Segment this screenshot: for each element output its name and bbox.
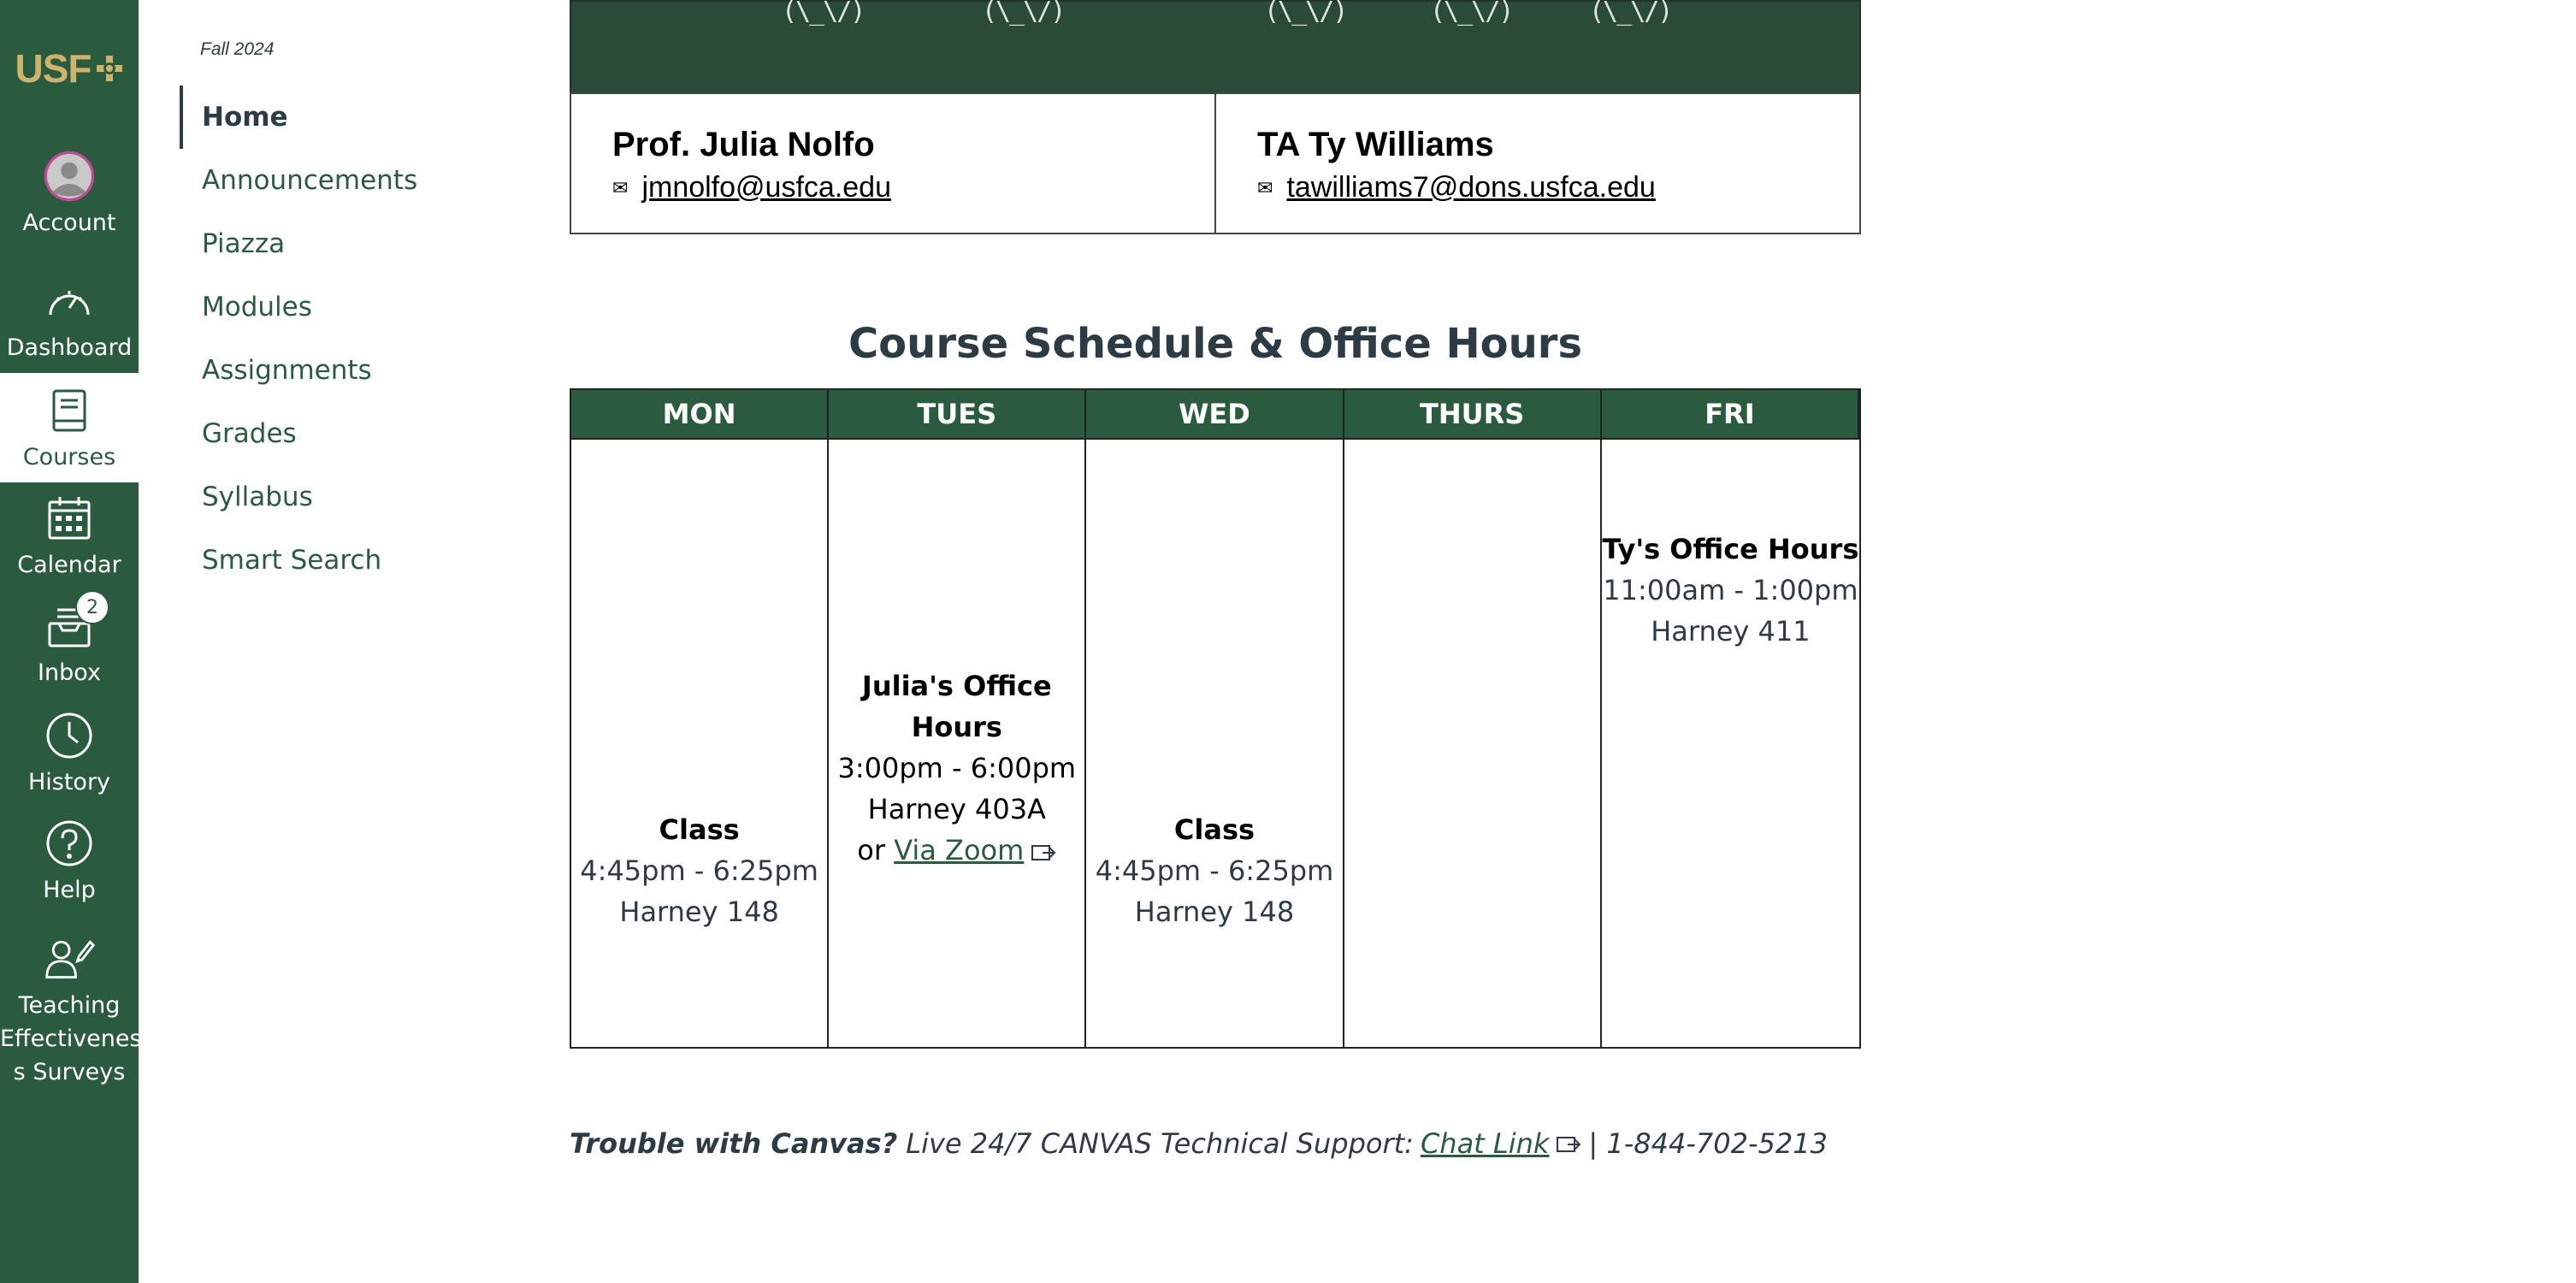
banner-art-2: (\_\/) xyxy=(982,0,1066,27)
global-nav-calendar[interactable]: Calendar xyxy=(0,493,139,582)
usf-logo-text: USF xyxy=(15,46,92,91)
schedule-header-tues: TUES xyxy=(829,390,1087,440)
schedule-title: Course Schedule & Office Hours xyxy=(848,320,1583,368)
schedule-entry-title: Ty's Office Hours xyxy=(1602,533,1859,565)
banner-art-5: (\_\/) xyxy=(1589,0,1673,27)
schedule-entry-room: Harney 403A xyxy=(867,793,1046,825)
global-nav-dashboard[interactable]: Dashboard xyxy=(0,275,139,364)
inbox-unread-badge: 2 xyxy=(75,590,109,624)
contact-email-row: ✉ tawilliams7@dons.usfca.edu xyxy=(1257,171,1859,204)
schedule-cell-wed: Class 4:45pm - 6:25pm Harney 148 xyxy=(1086,440,1344,1047)
contact-name: Prof. Julia Nolfo xyxy=(612,126,875,163)
global-nav-account-label: Account xyxy=(22,210,116,236)
course-nav-modules[interactable]: Modules xyxy=(180,275,522,339)
ta-email-link[interactable]: tawilliams7@dons.usfca.edu xyxy=(1286,171,1655,204)
courses-icon xyxy=(44,385,95,436)
global-nav-history-label: History xyxy=(27,769,111,795)
schedule-header-wed: WED xyxy=(1086,390,1344,440)
dashboard-icon xyxy=(44,275,95,327)
external-link-icon xyxy=(1557,1137,1581,1152)
schedule-table: MON TUES WED THURS FRI Class 4:45pm - 6:… xyxy=(570,388,1861,1049)
zoom-or-text: or xyxy=(857,834,886,866)
course-nav-piazza[interactable]: Piazza xyxy=(180,212,522,275)
contact-ta: TA Ty Williams ✉ tawilliams7@dons.usfca.… xyxy=(1214,94,1859,233)
course-nav-home[interactable]: Home xyxy=(180,86,522,149)
global-nav-inbox[interactable]: Inbox 2 xyxy=(0,590,139,689)
help-icon xyxy=(44,818,95,869)
schedule-entry-zoom-row: or Via Zoom xyxy=(829,830,1084,871)
global-nav-calendar-label: Calendar xyxy=(17,552,121,578)
schedule-cell-fri: Ty's Office Hours 11:00am - 1:00pm Harne… xyxy=(1602,440,1859,1047)
global-nav-surveys-label: Teaching Effectivenes s Surveys xyxy=(0,992,142,1085)
contact-email-row: ✉ jmnolfo@usfca.edu xyxy=(612,171,1214,204)
global-nav-help-label: Help xyxy=(43,877,96,903)
usf-logo[interactable]: USF xyxy=(0,43,139,94)
schedule-cell-mon: Class 4:45pm - 6:25pm Harney 148 xyxy=(571,440,830,1047)
via-zoom-link[interactable]: Via Zoom xyxy=(894,834,1024,866)
global-nav-dashboard-label: Dashboard xyxy=(6,334,133,361)
schedule-entry-time: 11:00am - 1:00pm xyxy=(1603,574,1858,606)
course-navigation: Fall 2024 Home Announcements Piazza Modu… xyxy=(139,0,566,1283)
banner-art-3: (\_\/) xyxy=(1264,0,1348,27)
instructor-contacts: Prof. Julia Nolfo ✉ jmnolfo@usfca.edu TA… xyxy=(570,92,1861,234)
course-nav-grades[interactable]: Grades xyxy=(180,402,522,465)
global-nav-courses[interactable]: Courses xyxy=(0,373,139,482)
chat-link[interactable]: Chat Link xyxy=(1421,1127,1549,1160)
schedule-entry-time: 4:45pm - 6:25pm xyxy=(1095,854,1334,887)
global-nav-help[interactable]: Help xyxy=(0,818,139,907)
support-lead: Trouble with Canvas? xyxy=(570,1127,898,1160)
schedule-entry-title: Julia's Office Hours xyxy=(861,670,1052,743)
support-phone: | 1-844-702-5213 xyxy=(1588,1127,1828,1160)
surveys-icon xyxy=(44,932,95,984)
canvas-support-line: Trouble with Canvas? Live 24/7 CANVAS Te… xyxy=(570,1127,1861,1160)
schedule-cell-thurs xyxy=(1344,440,1602,1047)
schedule-entry-time: 4:45pm - 6:25pm xyxy=(580,854,818,887)
schedule-cell-tues: Julia's Office Hours 3:00pm - 6:00pm Har… xyxy=(829,440,1087,1047)
schedule-header-mon: MON xyxy=(571,390,830,440)
account-avatar xyxy=(44,151,95,202)
schedule-entry-title: Class xyxy=(1173,813,1256,846)
course-nav-assignments[interactable]: Assignments xyxy=(180,339,522,402)
schedule-entry-room: Harney 148 xyxy=(619,896,779,928)
schedule-entry-room: Harney 411 xyxy=(1651,615,1811,647)
course-nav-syllabus[interactable]: Syllabus xyxy=(180,465,522,529)
schedule-header-fri: FRI xyxy=(1601,390,1859,440)
banner-art-4: (\_\/) xyxy=(1430,0,1514,27)
banner-art-1: (\_\/) xyxy=(782,0,866,27)
course-nav-list: Home Announcements Piazza Modules Assign… xyxy=(180,86,522,592)
schedule-entry-room: Harney 148 xyxy=(1134,896,1295,928)
schedule-entry: Class 4:45pm - 6:25pm Harney 148 xyxy=(1086,809,1342,932)
calendar-icon xyxy=(44,493,95,544)
history-icon xyxy=(44,710,95,761)
professor-email-link[interactable]: jmnolfo@usfca.edu xyxy=(641,171,891,204)
global-nav-inbox-label: Inbox xyxy=(38,659,101,686)
schedule-entry: Julia's Office Hours 3:00pm - 6:00pm Har… xyxy=(829,665,1084,871)
envelope-icon: ✉ xyxy=(612,176,629,198)
envelope-icon: ✉ xyxy=(1257,176,1273,198)
support-text: Live 24/7 CANVAS Technical Support: xyxy=(906,1127,1414,1160)
usf-emblem-icon xyxy=(96,56,122,81)
course-nav-announcements[interactable]: Announcements xyxy=(180,149,522,212)
contact-name: TA Ty Williams xyxy=(1257,126,1494,163)
schedule-entry: Class 4:45pm - 6:25pm Harney 148 xyxy=(571,809,827,932)
external-link-icon xyxy=(1031,845,1056,860)
global-nav-courses-label: Courses xyxy=(22,444,116,470)
course-banner: (\_\/) (\_\/) (\_\/) (\_\/) (\_\/) xyxy=(570,0,1861,94)
global-nav-surveys[interactable]: Teaching Effectivenes s Surveys xyxy=(0,932,142,1089)
course-term: Fall 2024 xyxy=(200,39,275,59)
course-nav-smart-search[interactable]: Smart Search xyxy=(180,529,522,592)
schedule-entry-time: 3:00pm - 6:00pm xyxy=(837,752,1077,784)
global-nav-history[interactable]: History xyxy=(0,710,139,799)
global-navigation: USF Account Dashboard Courses Calendar I… xyxy=(0,0,142,1283)
schedule-header-thurs: THURS xyxy=(1344,390,1602,440)
schedule-entry-title: Class xyxy=(659,813,740,846)
contact-professor: Prof. Julia Nolfo ✉ jmnolfo@usfca.edu xyxy=(571,94,1214,233)
global-nav-account[interactable]: Account xyxy=(0,151,139,239)
schedule-entry: Ty's Office Hours 11:00am - 1:00pm Harne… xyxy=(1602,529,1859,652)
